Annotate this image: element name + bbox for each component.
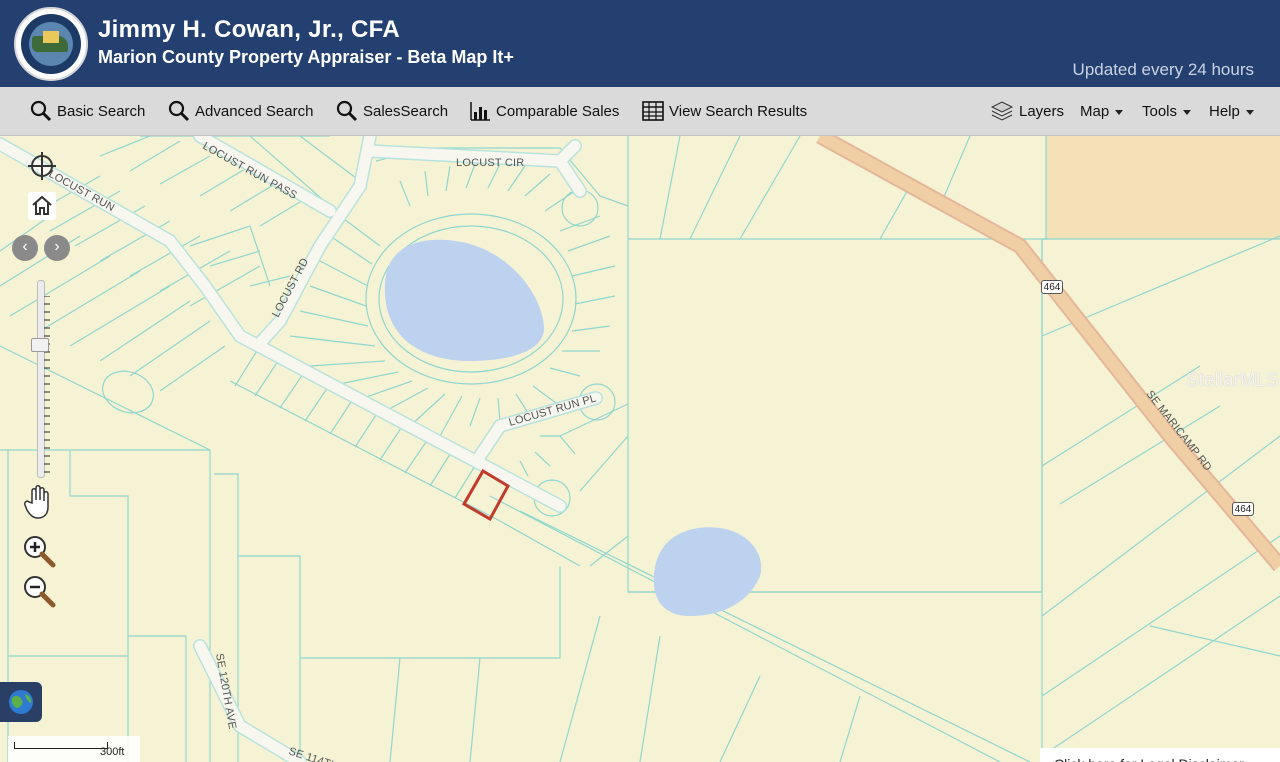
advanced-search-label: Advanced Search — [195, 102, 314, 120]
help-menu-label: Help — [1209, 102, 1240, 120]
table-grid-icon — [642, 101, 664, 121]
help-menu[interactable]: Help — [1209, 87, 1254, 135]
map-menu-label: Map — [1080, 102, 1110, 120]
main-toolbar: Basic Search Advanced Search SalesSearch… — [0, 87, 1280, 136]
app-header: Jimmy H. Cowan, Jr., CFA Marion County P… — [0, 0, 1280, 87]
map-canvas[interactable]: LOCUST RUN LOCUST RUN PASS LOCUST CIR LO… — [0, 136, 1280, 762]
zoom-in-icon[interactable] — [22, 534, 58, 568]
zoom-out-icon[interactable] — [22, 574, 58, 608]
layers-label: Layers — [1019, 102, 1065, 120]
view-search-results-label: View Search Results — [669, 102, 808, 120]
parcel-map[interactable]: LOCUST RUN LOCUST RUN PASS LOCUST CIR LO… — [0, 136, 1280, 762]
comparable-sales-label: Comparable Sales — [496, 102, 620, 120]
zoom-slider-handle[interactable] — [31, 338, 49, 352]
view-search-results-button[interactable]: View Search Results — [642, 87, 807, 135]
map-scale-bar: 300ft — [8, 736, 140, 762]
pan-hand-icon[interactable] — [22, 483, 56, 521]
bar-chart-icon — [470, 102, 490, 121]
layers-button[interactable]: Layers — [990, 87, 1064, 135]
scale-label: 300ft — [100, 746, 125, 758]
stellarmls-watermark: StellarMLS — [1186, 370, 1279, 391]
basic-search-label: Basic Search — [57, 102, 146, 120]
search-icon — [30, 100, 52, 122]
sales-search-button[interactable]: SalesSearch — [336, 87, 448, 135]
home-icon[interactable] — [28, 192, 56, 220]
update-frequency-text: Updated every 24 hours — [1072, 60, 1254, 79]
street-label-locust-cir: LOCUST CIR — [456, 157, 524, 169]
chevron-down-icon — [1245, 109, 1254, 115]
crosshair-locate-icon[interactable] — [28, 152, 56, 180]
sales-search-label: SalesSearch — [363, 102, 449, 120]
legal-disclaimer-link[interactable]: Click here for Legal Disclaimer — [1040, 748, 1280, 762]
basic-search-button[interactable]: Basic Search — [30, 87, 145, 135]
layers-icon — [990, 101, 1014, 121]
app-subtitle: Marion County Property Appraiser - Beta … — [98, 47, 514, 67]
tools-menu-label: Tools — [1142, 102, 1178, 120]
tools-menu[interactable]: Tools — [1142, 87, 1192, 135]
route-shield: 464 — [1041, 280, 1063, 294]
search-icon — [168, 100, 190, 122]
comparable-sales-button[interactable]: Comparable Sales — [469, 87, 619, 135]
chevron-down-icon — [1183, 109, 1192, 115]
commercial-parcel — [1046, 136, 1280, 239]
zoom-slider-ticks — [44, 296, 50, 473]
route-shield: 464 — [1232, 502, 1254, 516]
property-appraiser-seal-logo — [14, 7, 88, 81]
search-icon — [336, 100, 358, 122]
appraiser-name-title: Jimmy H. Cowan, Jr., CFA — [98, 16, 400, 43]
basemap-globe-icon[interactable] — [0, 682, 42, 722]
previous-extent-icon[interactable]: ‹ — [12, 235, 38, 261]
map-menu[interactable]: Map — [1080, 87, 1124, 135]
next-extent-icon[interactable]: › — [44, 235, 70, 261]
chevron-down-icon — [1115, 109, 1124, 115]
advanced-search-button[interactable]: Advanced Search — [168, 87, 313, 135]
